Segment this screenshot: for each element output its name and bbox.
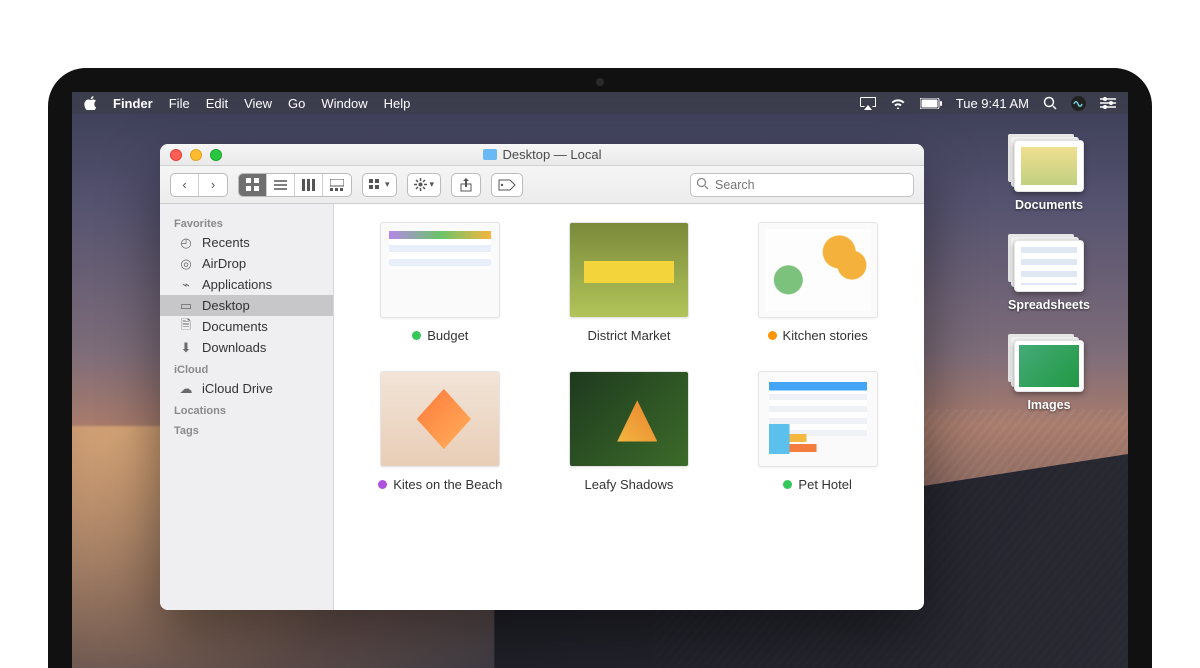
icon-view-button[interactable] xyxy=(239,174,267,196)
sidebar-item-label: Desktop xyxy=(202,298,250,313)
desktop-stack[interactable]: Images xyxy=(994,340,1104,412)
menu-help[interactable]: Help xyxy=(384,96,411,111)
file-thumbnail xyxy=(380,222,500,318)
tags-button[interactable] xyxy=(491,173,523,197)
clock-icon: ◴ xyxy=(178,236,194,250)
file-thumbnail xyxy=(569,371,689,467)
stack-thumbnail xyxy=(1014,140,1084,192)
sidebar-heading[interactable]: iCloud xyxy=(160,358,333,378)
tag-dot xyxy=(412,331,421,340)
wifi-icon[interactable] xyxy=(890,97,906,109)
siri-icon[interactable] xyxy=(1071,96,1086,111)
apple-menu-icon[interactable] xyxy=(84,96,97,110)
menu-view[interactable]: View xyxy=(244,96,272,111)
stack-label: Images xyxy=(994,398,1104,412)
sidebar-item-label: iCloud Drive xyxy=(202,381,273,396)
search-icon xyxy=(696,177,709,195)
menu-file[interactable]: File xyxy=(169,96,190,111)
file-item[interactable]: Leafy Shadows xyxy=(547,371,712,492)
sidebar-item-label: AirDrop xyxy=(202,256,246,271)
sidebar-item-label: Recents xyxy=(202,235,250,250)
airdrop-icon: ◎ xyxy=(178,257,194,271)
sidebar-item-label: Downloads xyxy=(202,340,266,355)
menu-edit[interactable]: Edit xyxy=(206,96,228,111)
sidebar-heading[interactable]: Locations xyxy=(160,399,333,419)
window-title: Desktop — Local xyxy=(503,147,602,162)
nav-buttons: ‹ › xyxy=(170,173,228,197)
window-close-button[interactable] xyxy=(170,149,182,161)
sidebar-heading[interactable]: Favorites xyxy=(160,212,333,232)
menu-window[interactable]: Window xyxy=(321,96,367,111)
cloud-icon: ☁ xyxy=(178,382,194,396)
file-item[interactable]: Pet Hotel xyxy=(735,371,900,492)
stack-label: Documents xyxy=(994,198,1104,212)
tag-dot xyxy=(378,480,387,489)
laptop-bezel: Finder File Edit View Go Window Help Tue… xyxy=(48,68,1152,668)
sidebar-item-desktop[interactable]: ▭ Desktop xyxy=(160,295,333,316)
stack-thumbnail xyxy=(1014,240,1084,292)
forward-button[interactable]: › xyxy=(199,174,227,196)
folder-icon xyxy=(483,149,497,160)
desktop-stack[interactable]: Documents xyxy=(994,140,1104,212)
menubar-app-name[interactable]: Finder xyxy=(113,96,153,111)
menu-go[interactable]: Go xyxy=(288,96,305,111)
finder-content: Budget District Market Kitchen stories Kite… xyxy=(334,204,924,610)
action-button[interactable]: ▾ xyxy=(407,173,442,197)
file-label: Kitchen stories xyxy=(783,328,868,343)
download-icon: ⬇ xyxy=(178,341,194,355)
finder-toolbar: ‹ › ▾ ▾ xyxy=(160,166,924,204)
file-label: Pet Hotel xyxy=(798,477,851,492)
airplay-icon[interactable] xyxy=(860,97,876,110)
sidebar-heading[interactable]: Tags xyxy=(160,419,333,439)
finder-window: Desktop — Local ‹ › ▾ ▾ xyxy=(160,144,924,610)
finder-titlebar[interactable]: Desktop — Local xyxy=(160,144,924,166)
sidebar-item-downloads[interactable]: ⬇ Downloads xyxy=(160,337,333,358)
sidebar-item-documents[interactable]: 🗎 Documents xyxy=(160,316,333,337)
file-thumbnail xyxy=(758,222,878,318)
finder-sidebar: Favorites ◴ Recents ◎ AirDrop ⌁ Applications ▭ D… xyxy=(160,204,334,610)
stack-thumbnail xyxy=(1014,340,1084,392)
sidebar-item-label: Documents xyxy=(202,319,268,334)
file-thumbnail xyxy=(380,371,500,467)
file-label: Kites on the Beach xyxy=(393,477,502,492)
sidebar-item-applications[interactable]: ⌁ Applications xyxy=(160,274,333,295)
apps-icon: ⌁ xyxy=(178,278,194,292)
battery-icon[interactable] xyxy=(920,98,942,109)
sidebar-item-icloud-drive[interactable]: ☁ iCloud Drive xyxy=(160,378,333,399)
desktop-icon: ▭ xyxy=(178,299,194,313)
file-item[interactable]: Budget xyxy=(358,222,523,343)
desktop-screen: Finder File Edit View Go Window Help Tue… xyxy=(72,92,1128,668)
menubar: Finder File Edit View Go Window Help Tue… xyxy=(72,92,1128,114)
file-label: District Market xyxy=(587,328,670,343)
file-item[interactable]: Kitchen stories xyxy=(735,222,900,343)
sidebar-item-airdrop[interactable]: ◎ AirDrop xyxy=(160,253,333,274)
file-label: Budget xyxy=(427,328,468,343)
tag-dot xyxy=(783,480,792,489)
doc-icon: 🗎 xyxy=(178,320,194,334)
sidebar-item-recents[interactable]: ◴ Recents xyxy=(160,232,333,253)
file-item[interactable]: Kites on the Beach xyxy=(358,371,523,492)
view-switcher xyxy=(238,173,352,197)
camera-dot xyxy=(596,78,604,86)
share-button[interactable] xyxy=(451,173,481,197)
back-button[interactable]: ‹ xyxy=(171,174,199,196)
file-label: Leafy Shadows xyxy=(585,477,674,492)
window-minimize-button[interactable] xyxy=(190,149,202,161)
file-thumbnail xyxy=(758,371,878,467)
list-view-button[interactable] xyxy=(267,174,295,196)
spotlight-icon[interactable] xyxy=(1043,96,1057,110)
group-by-button[interactable]: ▾ xyxy=(362,173,397,197)
gallery-view-button[interactable] xyxy=(323,174,351,196)
menubar-clock[interactable]: Tue 9:41 AM xyxy=(956,96,1029,111)
file-item[interactable]: District Market xyxy=(547,222,712,343)
sidebar-item-label: Applications xyxy=(202,277,272,292)
desktop-stack[interactable]: Spreadsheets xyxy=(994,240,1104,312)
stack-label: Spreadsheets xyxy=(994,298,1104,312)
column-view-button[interactable] xyxy=(295,174,323,196)
control-center-icon[interactable] xyxy=(1100,97,1116,109)
file-thumbnail xyxy=(569,222,689,318)
window-zoom-button[interactable] xyxy=(210,149,222,161)
search-input[interactable] xyxy=(690,173,914,197)
tag-dot xyxy=(768,331,777,340)
